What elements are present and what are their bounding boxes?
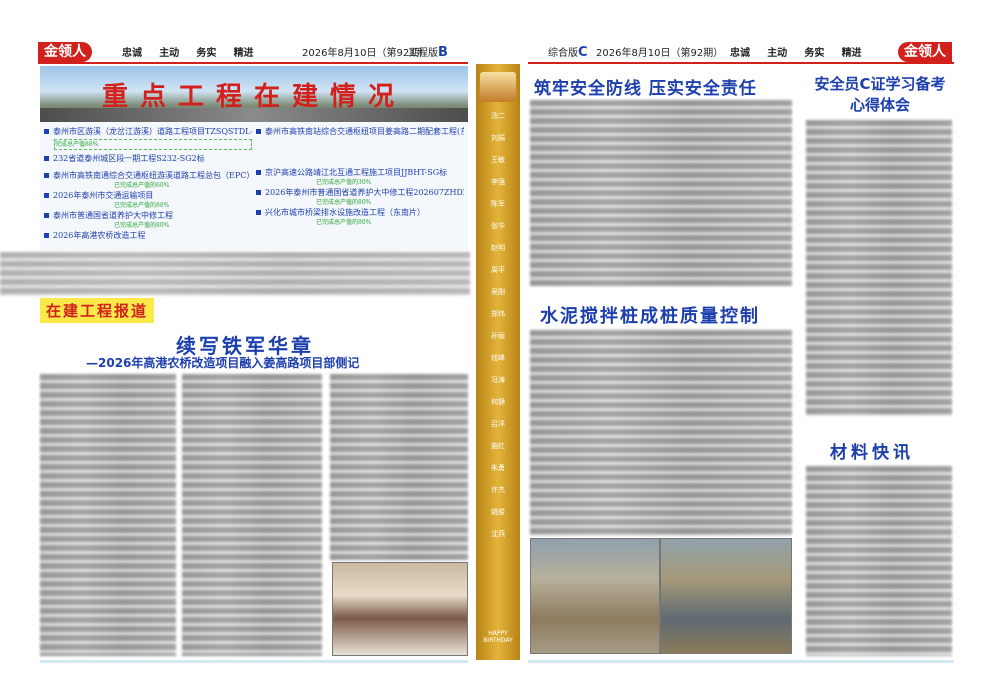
project-col-2: 泰州市高铁南站综合交通枢纽项目姜高路二期配套工程(东风路-泰顺路) 京沪高速公路… (256, 126, 464, 227)
birthday-name: 朱勇 (491, 464, 505, 472)
project-item: 泰州市普通国省道养护大中修工程 (44, 210, 252, 221)
motto-item: 务实 (196, 48, 217, 59)
left-brand-logo: 金领人 (38, 42, 92, 62)
right-header-rule (528, 62, 954, 64)
project-col-1: 泰州市区游溪（龙岔江游溪）道路工程项目TZSQSTDL-EPC标段设计施工总承包… (44, 126, 252, 241)
meeting-photo (332, 562, 468, 656)
project-item: 泰州市高铁南站综合交通枢纽项目姜高路二期配套工程(东风路-泰顺路) (256, 126, 464, 137)
left-edition: 工程版B (408, 45, 448, 60)
overlay-text-block (0, 252, 470, 296)
motto-item: 忠诚 (122, 48, 142, 59)
project-progress: 已完成总产值的80% (114, 222, 170, 229)
headline-pile: 水泥搅拌桩成桩质量控制 (540, 306, 760, 327)
article-body-col-1 (40, 374, 176, 656)
left-motto: 忠诚 主动 务实 精进 (122, 44, 268, 64)
article-body-col-3 (330, 374, 468, 560)
motto-item: 精进 (233, 48, 254, 59)
study-article-body (806, 120, 952, 416)
project-item: 2026年泰州市普通国省道养护大中修工程202607ZHDZX-SG三标 (256, 187, 464, 198)
left-header-rule (38, 62, 468, 64)
banner-title: 重点工程在建情况 (102, 82, 407, 112)
birthday-name: 吴刚 (491, 288, 505, 296)
birthday-name: 姚俊 (491, 508, 505, 516)
project-item: 泰州市区游溪（龙岔江游溪）道路工程项目TZSQSTDL-EPC标段设计施工总承包 (44, 126, 252, 137)
birthday-name: 许杰 (491, 486, 505, 494)
pile-sample-photo-2 (660, 538, 792, 654)
right-motto: 忠诚 主动 务实 精进 (730, 44, 876, 64)
article-body-col-2 (182, 374, 322, 656)
birthday-name: 王敏 (491, 156, 505, 164)
birthday-name: 施红 (491, 442, 505, 450)
birthday-text: HAPPY BIRTHDAY (483, 630, 513, 644)
birthday-name: 刘娟 (491, 134, 505, 142)
project-item: 232省道泰州城区段一期工程S232-SG2标 (44, 153, 252, 164)
birthday-name: 孙丽 (491, 332, 505, 340)
right-edition: 综合版C (548, 45, 588, 60)
birthday-name: 陈军 (491, 200, 505, 208)
safety-article-body (530, 100, 792, 286)
birthday-name: 钱峰 (491, 354, 505, 362)
pile-article-body (530, 330, 792, 536)
headline-materials: 材料快讯 (830, 443, 914, 463)
birthday-name: 郑伟 (491, 310, 505, 318)
right-footer-rule (528, 660, 954, 663)
headline-safety: 筑牢安全防线 压实安全责任 (534, 79, 757, 99)
headline-study: 安全员C证学习备考心得体会 (814, 75, 946, 114)
report-tag: 在建工程报道 (40, 298, 155, 323)
birthday-name: 何静 (491, 398, 505, 406)
project-progress: 已完成总产值的60% (114, 182, 170, 189)
project-list: 泰州市区游溪（龙岔江游溪）道路工程项目TZSQSTDL-EPC标段设计施工总承包… (40, 122, 468, 250)
project-progress: 完成总产值88% (54, 139, 252, 150)
birthday-name: 汤二 (491, 112, 505, 120)
project-item: 2026年高港农桥改造工程 (44, 230, 252, 241)
project-item: 京沪高速公路靖江北互通工程施工项目JJBHT-SG标 (256, 167, 464, 178)
birthday-name: 赵明 (491, 244, 505, 252)
article-subtitle: —2026年高港农桥改造项目融入姜高路项目部侧记 (86, 356, 360, 370)
project-progress: 已完成总产值的80% (316, 219, 372, 226)
motto-item: 主动 (159, 48, 180, 59)
birthday-name: 周平 (491, 266, 505, 274)
project-item: 兴化市城市桥梁排水设施改造工程（东南片） (256, 207, 464, 218)
project-item: 泰州市高铁南通综合交通枢纽游溪道路工程总包（EPC） (44, 170, 252, 181)
birthday-name: 李强 (491, 178, 505, 186)
project-item: 2026年泰州市交通运输项目 (44, 190, 252, 201)
right-brand-logo: 金领人 (898, 42, 952, 62)
birthday-name: 张华 (491, 222, 505, 230)
project-progress: 已完成总产值的80% (316, 199, 372, 206)
birthday-name: 吕洋 (491, 420, 505, 428)
motto-item: 精进 (841, 48, 862, 59)
project-progress: 已完成总产值的30% (316, 179, 372, 186)
motto-item: 主动 (767, 48, 788, 59)
left-footer-rule (40, 660, 468, 663)
birthday-name: 冯涛 (491, 376, 505, 384)
birthday-name: 沈燕 (491, 530, 505, 538)
pile-sample-photo-1 (530, 538, 660, 654)
banner-photo: 重点工程在建情况 (40, 66, 468, 122)
materials-article-body (806, 466, 952, 656)
cake-icon (480, 72, 516, 102)
motto-item: 务实 (804, 48, 825, 59)
motto-item: 忠诚 (730, 48, 750, 59)
project-progress: 已完成总产值的88% (114, 202, 170, 209)
right-date-issue: 2026年8月10日（第92期） (596, 48, 724, 59)
